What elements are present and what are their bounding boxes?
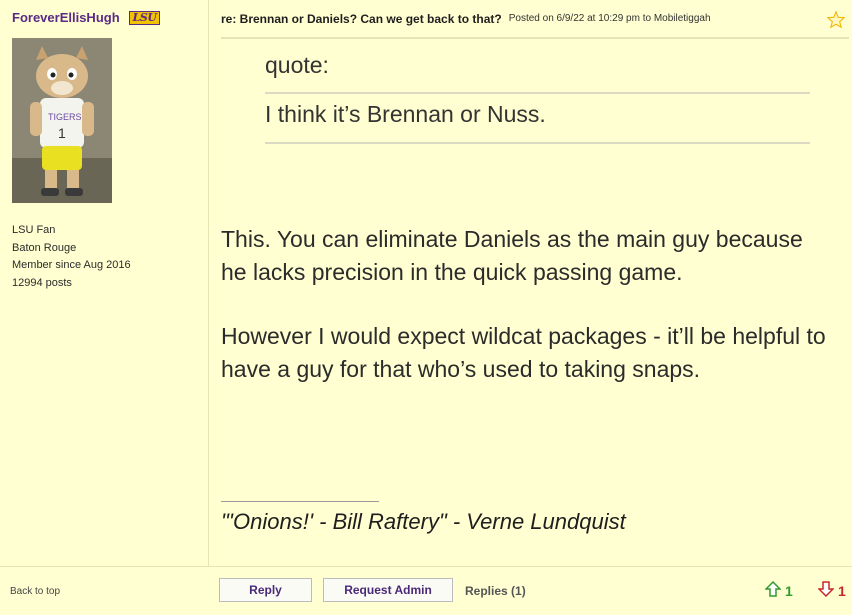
downvote-arrow-icon[interactable]: [817, 581, 835, 600]
signature: "'Onions!' - Bill Raftery" - Verne Lundq…: [221, 509, 626, 534]
user-meta: LSU Fan Baton Rouge Member since Aug 201…: [12, 222, 131, 292]
user-location: Baton Rouge: [12, 241, 77, 254]
user-fan-of: LSU Fan: [12, 224, 56, 236]
post-title: re: Brennan or Daniels? Can we get back …: [221, 11, 502, 26]
username-row: ForeverEllisHugh LSU: [12, 10, 161, 25]
upvote-arrow-icon[interactable]: [764, 580, 782, 600]
downvote[interactable]: 1: [817, 581, 846, 600]
upvote[interactable]: 1: [764, 580, 793, 600]
mascot-avatar-image: TIGERS 1: [12, 38, 112, 203]
signature-divider: [221, 501, 379, 502]
back-to-top-link[interactable]: Back to top: [10, 586, 60, 597]
quote-label: quote:: [265, 52, 810, 94]
post-body: This. You can eliminate Daniels as the m…: [221, 223, 831, 417]
post-header: re: Brennan or Daniels? Can we get back …: [221, 0, 849, 39]
avatar[interactable]: TIGERS 1: [12, 38, 112, 203]
star-icon[interactable]: [826, 10, 846, 33]
user-sidebar: ForeverEllisHugh LSU TIGERS 1 LSU Fan Ba…: [0, 0, 209, 566]
reply-button[interactable]: Reply: [219, 578, 312, 602]
post-paragraph: However I would expect wildcat packages …: [221, 323, 826, 382]
username-link[interactable]: ForeverEllisHugh: [12, 10, 120, 25]
svg-text:TIGERS: TIGERS: [48, 112, 82, 122]
quote-text: I think it’s Brennan or Nuss.: [265, 101, 810, 144]
post-paragraph: This. You can eliminate Daniels as the m…: [221, 226, 803, 285]
upvote-count: 1: [785, 582, 793, 599]
replies-link[interactable]: Replies (1): [465, 584, 526, 598]
team-logo: LSU: [128, 10, 161, 25]
post-meta[interactable]: Posted on 6/9/22 at 10:29 pm to Mobileti…: [509, 13, 711, 24]
svg-text:1: 1: [58, 125, 66, 141]
post-footer: Back to top Reply Request Admin Replies …: [0, 566, 852, 615]
downvote-count: 1: [838, 582, 846, 599]
user-member-since: Member since Aug 2016: [12, 259, 131, 271]
user-post-count: 12994 posts: [12, 276, 72, 289]
request-admin-button[interactable]: Request Admin: [323, 578, 453, 602]
